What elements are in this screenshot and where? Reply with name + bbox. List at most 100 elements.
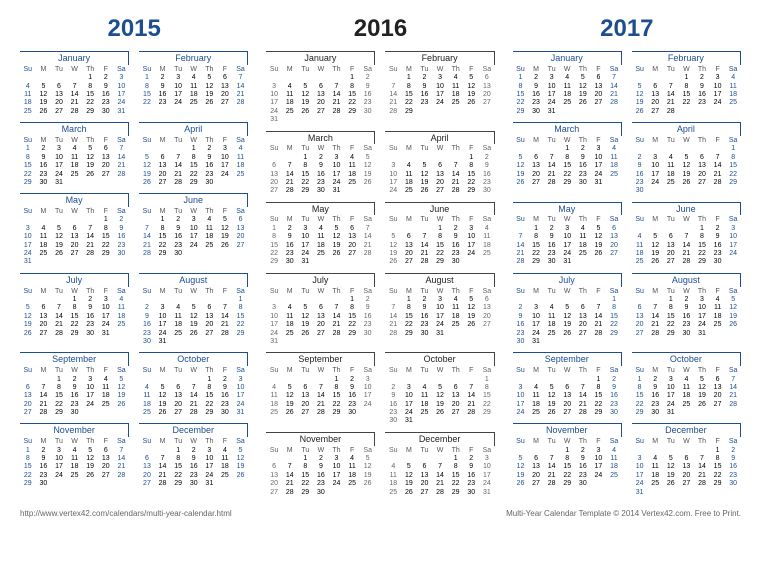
dow-cell: F	[463, 288, 479, 296]
day-cell: 17	[694, 313, 710, 321]
day-cell: 2	[98, 74, 114, 82]
day-cell: 11	[282, 91, 298, 99]
day-cell: 12	[463, 83, 479, 91]
day-cell: 2	[417, 296, 433, 304]
day-cell	[344, 489, 360, 497]
day-cell	[432, 376, 448, 384]
day-cell: 25	[606, 472, 622, 480]
day-cell: 16	[679, 313, 695, 321]
week-row: 123456	[513, 225, 622, 233]
dow-cell: M	[401, 216, 417, 224]
day-cell: 16	[385, 401, 401, 409]
dow-cell: F	[98, 208, 114, 216]
day-cell: 14	[51, 313, 67, 321]
week-row: 45678910	[385, 463, 494, 471]
dow-cell: Th	[82, 208, 98, 216]
day-cell	[559, 338, 575, 346]
day-cell: 29	[432, 258, 448, 266]
day-cell: 21	[679, 250, 695, 258]
day-cell: 11	[647, 463, 663, 471]
day-cell	[663, 74, 679, 82]
day-cell	[591, 338, 607, 346]
dow-cell: F	[217, 137, 233, 145]
day-cell: 4	[114, 296, 130, 304]
day-cell	[606, 179, 622, 187]
day-cell: 4	[725, 74, 741, 82]
month-august: AugustSuMTuWThFSa12345678910111213141516…	[385, 273, 494, 347]
day-cell	[694, 187, 710, 195]
day-cell: 6	[432, 162, 448, 170]
day-cell: 9	[385, 392, 401, 400]
day-cell: 30	[186, 480, 202, 488]
day-cell: 26	[155, 409, 171, 417]
day-cell	[329, 296, 345, 304]
day-cell: 6	[591, 74, 607, 82]
dow-row: SuMTuWThFSa	[632, 137, 741, 145]
day-cell: 29	[344, 330, 360, 338]
day-cell: 14	[67, 91, 83, 99]
day-cell: 4	[544, 304, 560, 312]
dow-cell: M	[282, 66, 298, 74]
day-cell	[155, 376, 171, 384]
day-cell: 8	[186, 154, 202, 162]
dow-cell: Tu	[417, 288, 433, 296]
day-cell: 23	[360, 99, 376, 107]
day-cell: 5	[20, 304, 36, 312]
day-cell: 27	[98, 472, 114, 480]
day-cell	[385, 74, 401, 82]
week-row: 19202122232425	[139, 171, 248, 179]
day-cell	[479, 330, 495, 338]
day-cell: 8	[725, 154, 741, 162]
day-cell: 30	[217, 409, 233, 417]
day-cell: 26	[432, 409, 448, 417]
day-cell: 9	[479, 162, 495, 170]
week-row: 18192021222324	[632, 250, 741, 258]
day-cell: 8	[432, 233, 448, 241]
week-row: 567891011	[139, 154, 248, 162]
day-cell: 22	[98, 242, 114, 250]
day-cell: 19	[513, 171, 529, 179]
day-cell: 28	[67, 108, 83, 116]
day-cell: 11	[417, 392, 433, 400]
day-cell: 4	[313, 225, 329, 233]
day-cell: 22	[463, 179, 479, 187]
day-cell: 20	[679, 472, 695, 480]
day-cell: 13	[417, 472, 433, 480]
day-cell: 28	[139, 250, 155, 258]
day-cell	[170, 296, 186, 304]
week-row: 6789101112	[266, 162, 375, 170]
day-cell: 18	[606, 162, 622, 170]
week-row: 10111213141516	[385, 171, 494, 179]
day-cell: 21	[591, 321, 607, 329]
week-row: 12	[266, 74, 375, 82]
day-cell: 7	[385, 304, 401, 312]
day-cell: 16	[82, 313, 98, 321]
day-cell: 8	[233, 304, 249, 312]
day-cell	[186, 376, 202, 384]
week-row: 12131415161718	[385, 242, 494, 250]
month-name: November	[513, 423, 622, 437]
dow-cell: Th	[575, 216, 591, 224]
day-cell: 4	[559, 74, 575, 82]
dow-row: SuMTuWThFSa	[266, 367, 375, 375]
day-cell: 4	[98, 376, 114, 384]
day-cell: 26	[51, 250, 67, 258]
dow-cell: Su	[513, 66, 529, 74]
dow-cell: Sa	[606, 66, 622, 74]
week-row: 20212223242526	[20, 401, 129, 409]
day-cell: 7	[155, 455, 171, 463]
day-cell: 18	[313, 242, 329, 250]
day-cell: 9	[202, 154, 218, 162]
day-cell: 26	[233, 472, 249, 480]
day-cell: 1	[170, 447, 186, 455]
dow-cell: Su	[513, 367, 529, 375]
day-cell: 3	[591, 145, 607, 153]
dow-cell: Th	[202, 367, 218, 375]
day-cell: 18	[663, 171, 679, 179]
day-cell: 21	[186, 401, 202, 409]
day-cell: 10	[632, 463, 648, 471]
day-cell	[513, 225, 529, 233]
day-cell: 27	[710, 401, 726, 409]
day-cell: 29	[463, 187, 479, 195]
day-cell: 11	[98, 384, 114, 392]
